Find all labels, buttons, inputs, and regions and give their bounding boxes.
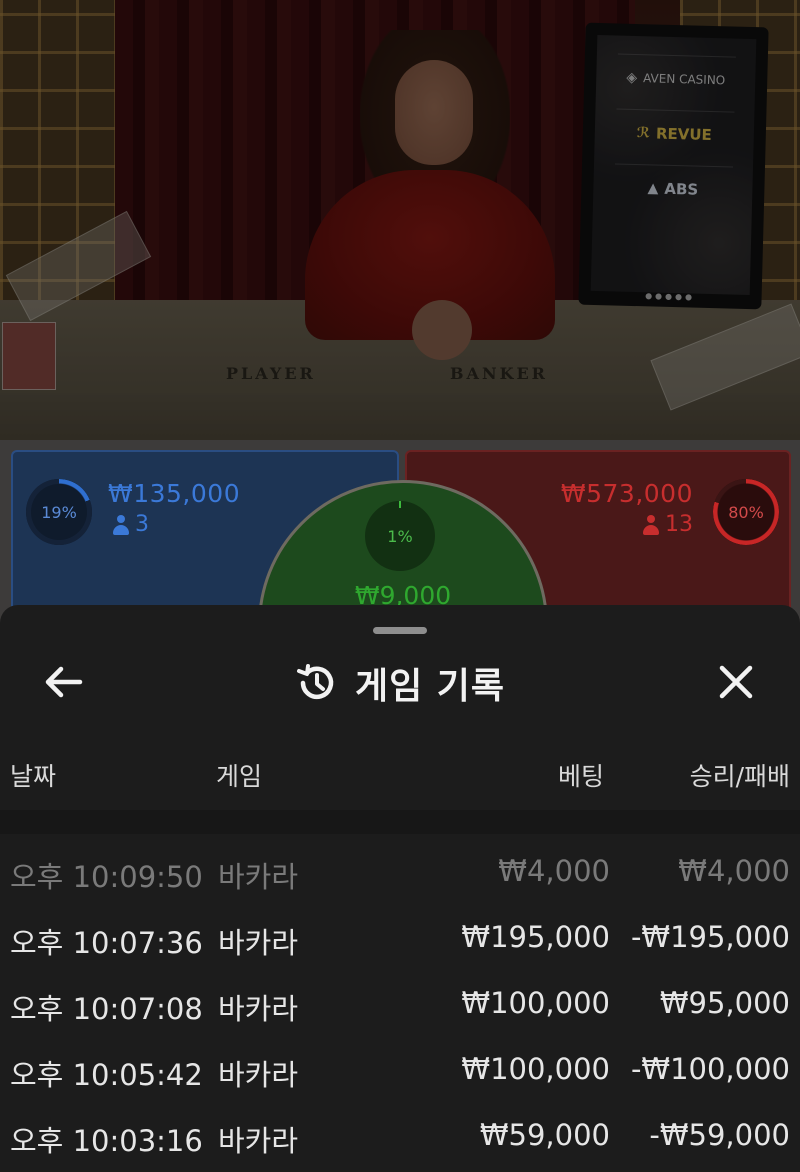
- banker-bettor-count: 13: [643, 512, 693, 537]
- row-result: ₩4,000: [678, 854, 790, 888]
- close-icon: [719, 665, 753, 699]
- history-row[interactable]: 오후 10:05:42 바카라 ₩100,000 -₩100,000: [0, 1035, 800, 1101]
- tie-percent-ring: 1%: [365, 501, 435, 571]
- row-game: 바카라: [218, 1058, 299, 1092]
- row-game: 바카라: [218, 992, 299, 1026]
- sheet-header: 게임 기록: [0, 657, 800, 709]
- row-date: 오후 10:07:08: [10, 992, 203, 1026]
- row-result: -₩59,000: [649, 1118, 790, 1152]
- row-bet: ₩100,000: [461, 1052, 610, 1086]
- row-date: 오후 10:09:50: [10, 860, 203, 894]
- banker-percent-ring: 80%: [713, 479, 779, 545]
- column-header-game: 게임: [216, 762, 263, 791]
- row-game: 바카라: [218, 1124, 299, 1158]
- row-result: -₩195,000: [630, 920, 790, 954]
- row-bet: ₩4,000: [498, 854, 610, 888]
- player-bet-amount: ₩135,000: [108, 479, 241, 508]
- game-history-sheet: 게임 기록 날짜 게임 베팅 승리/패배 오후 10:09:50 바카라 ₩4,…: [0, 605, 800, 1172]
- column-header-bet: 베팅: [557, 762, 604, 791]
- row-game: 바카라: [218, 860, 299, 894]
- row-game: 바카라: [218, 926, 299, 960]
- column-header-date: 날짜: [10, 762, 57, 791]
- sheet-title: 게임 기록: [354, 666, 505, 707]
- row-bet: ₩100,000: [461, 986, 610, 1020]
- history-row[interactable]: 오후 10:09:50 바카라 ₩4,000 ₩4,000: [0, 837, 800, 903]
- history-row[interactable]: 오후 10:07:08 바카라 ₩100,000 ₩95,000: [0, 969, 800, 1035]
- player-bettor-count: 3: [113, 512, 149, 537]
- history-row[interactable]: 오후 10:07:36 바카라 ₩195,000 -₩195,000: [0, 903, 800, 969]
- column-header-result: 승리/패배: [689, 762, 790, 791]
- row-bet: ₩59,000: [479, 1118, 610, 1152]
- player-percent-ring: 19%: [26, 479, 92, 545]
- user-icon: [113, 514, 129, 535]
- live-video: PLAYER BANKER ◈ AVEN CASINO ℛ REVUE ▲ AB…: [0, 0, 800, 450]
- history-icon: [296, 664, 334, 700]
- banker-bet-amount: ₩573,000: [560, 479, 693, 508]
- close-button[interactable]: [714, 660, 758, 704]
- sheet-drag-handle[interactable]: [373, 627, 427, 634]
- row-date: 오후 10:07:36: [10, 926, 203, 960]
- row-date: 오후 10:05:42: [10, 1058, 203, 1092]
- history-row[interactable]: 오후 10:03:16 바카라 ₩59,000 -₩59,000: [0, 1101, 800, 1167]
- user-icon: [643, 514, 659, 535]
- row-result: -₩100,000: [630, 1052, 790, 1086]
- row-date: 오후 10:03:16: [10, 1124, 203, 1158]
- row-bet: ₩195,000: [461, 920, 610, 954]
- row-result: ₩95,000: [659, 986, 790, 1020]
- history-list: 오후 10:09:50 바카라 ₩4,000 ₩4,000 오후 10:07:3…: [0, 837, 800, 1167]
- history-table-header: 날짜 게임 베팅 승리/패배: [0, 745, 800, 805]
